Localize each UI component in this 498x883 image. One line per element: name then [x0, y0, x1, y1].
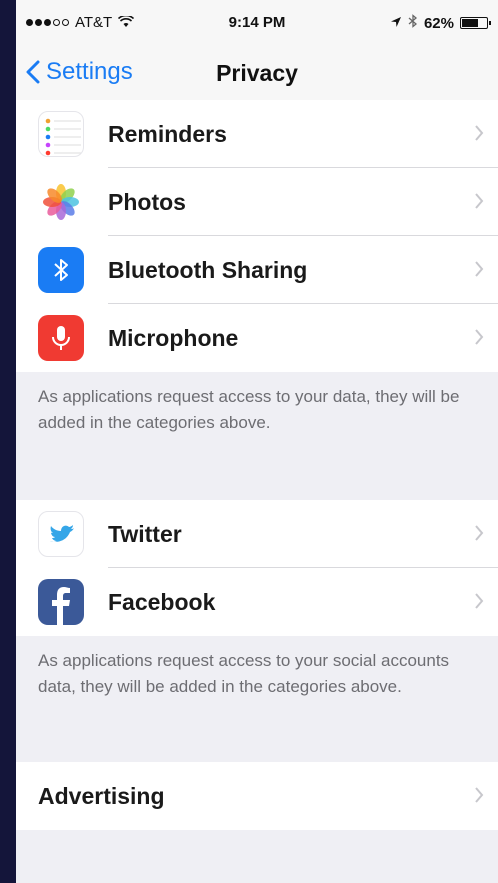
twitter-icon: [38, 511, 84, 557]
microphone-icon: [38, 315, 84, 361]
status-bar: AT&T 9:14 PM 62%: [16, 0, 498, 46]
list-item-label: Photos: [108, 188, 186, 215]
bluetooth-icon: [408, 14, 418, 32]
battery-icon: [460, 17, 491, 29]
list-item-photos[interactable]: Photos: [16, 168, 498, 236]
chevron-right-icon: [474, 524, 484, 547]
privacy-screen: AT&T 9:14 PM 62% Settings Privacy Remind…: [16, 0, 498, 883]
advertising-group: Advertising: [16, 762, 498, 830]
chevron-right-icon: [474, 260, 484, 283]
privacy-categories-group: Reminders Photos Bluetooth Sharing Micro…: [16, 100, 498, 372]
chevron-right-icon: [474, 786, 484, 809]
list-item-microphone[interactable]: Microphone: [16, 304, 498, 372]
location-arrow-icon: [390, 15, 402, 32]
chevron-right-icon: [474, 192, 484, 215]
list-item-label: Bluetooth Sharing: [108, 256, 308, 283]
list-item-label: Microphone: [108, 324, 239, 351]
chevron-right-icon: [474, 592, 484, 615]
facebook-icon: [38, 579, 84, 625]
section-footer-data: As applications request access to your d…: [38, 387, 460, 432]
list-item-bluetooth-sharing[interactable]: Bluetooth Sharing: [16, 236, 498, 304]
bluetooth-sharing-icon: [38, 247, 84, 293]
list-item-label: Facebook: [108, 588, 216, 615]
list-item-label: Twitter: [108, 520, 182, 547]
page-title: Privacy: [216, 60, 298, 86]
chevron-right-icon: [474, 328, 484, 351]
reminders-icon: [38, 111, 84, 157]
list-item-advertising[interactable]: Advertising: [16, 762, 498, 830]
list-item-label: Advertising: [38, 782, 165, 809]
section-footer-social: As applications request access to your s…: [38, 651, 450, 696]
status-right: 62%: [390, 14, 491, 32]
social-accounts-group: Twitter Facebook: [16, 500, 498, 636]
list-item-label: Reminders: [108, 120, 227, 147]
list-item-facebook[interactable]: Facebook: [16, 568, 498, 636]
chevron-right-icon: [474, 124, 484, 147]
photos-icon: [38, 179, 84, 225]
battery-percent: 62%: [423, 14, 454, 32]
list-item-twitter[interactable]: Twitter: [16, 500, 498, 568]
list-item-reminders[interactable]: Reminders: [16, 100, 498, 168]
